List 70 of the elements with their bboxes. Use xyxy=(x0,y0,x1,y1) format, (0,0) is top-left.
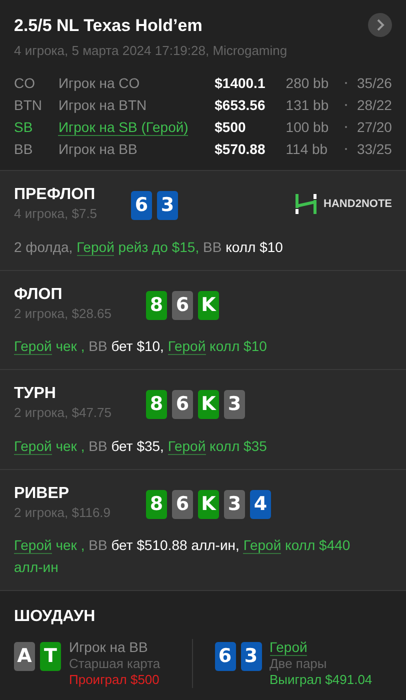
player-stats: 27/20 xyxy=(356,118,392,136)
street-info: 2 игрока, $47.75 xyxy=(14,404,112,422)
position-label: SB xyxy=(14,118,34,136)
playing-card: 3 xyxy=(224,390,245,419)
stack-amount: $570.88 xyxy=(214,140,266,158)
street-title: РИВЕР xyxy=(14,484,70,502)
street-title: ПРЕФЛОП xyxy=(14,185,96,204)
position-label: BTN xyxy=(14,96,43,114)
hero-link[interactable]: Герой xyxy=(14,338,52,355)
position-label: CO xyxy=(14,74,36,92)
hero-link[interactable]: Герой xyxy=(76,238,114,256)
playing-card: K xyxy=(198,490,219,518)
playing-card: 6 xyxy=(172,490,193,518)
player-name: Игрок на BTN xyxy=(58,96,147,112)
stack-bb: 131 bb xyxy=(286,96,330,114)
playing-card: 6 xyxy=(172,290,193,320)
position-label: BB xyxy=(14,140,34,158)
player-name[interactable]: Игрок на SB (Герой) xyxy=(58,118,188,136)
playing-card: 6 xyxy=(172,390,193,419)
hand-rank: Две пары xyxy=(270,656,328,672)
hero-link[interactable]: Герой xyxy=(243,537,282,554)
playing-card: K xyxy=(198,390,219,419)
playing-card: 6 xyxy=(131,191,152,220)
playing-card: 3 xyxy=(157,191,178,220)
playing-card: T xyxy=(40,642,61,671)
hand-result: Проиграл $500 xyxy=(69,672,160,688)
player-name: Игрок на BB xyxy=(69,639,148,655)
showdown-title: ШОУДАУН xyxy=(14,607,96,627)
playing-card: 8 xyxy=(146,290,167,320)
hero-link[interactable]: Герой xyxy=(168,438,206,454)
playing-card: 6 xyxy=(214,642,236,671)
hand-title: 2.5/5 NL Texas Hold’em xyxy=(14,15,202,37)
stack-bb: 114 bb xyxy=(286,140,329,158)
street-title: ФЛОП xyxy=(14,284,64,304)
player-name[interactable]: Герой xyxy=(270,639,308,656)
logo-icon xyxy=(294,193,317,215)
action-line: Герой чек , BB бет $510.88 алл-ин, Герой колл $440 алл-ин xyxy=(14,536,352,577)
playing-card: A xyxy=(14,642,35,671)
playing-card: 4 xyxy=(250,490,271,518)
hand-rank: Старшая карта xyxy=(69,656,160,672)
player-stats: 35/26 xyxy=(356,74,392,92)
street-info: 2 игрока, $28.65 xyxy=(14,304,112,323)
chevron-right-icon xyxy=(375,19,385,31)
playing-card: 8 xyxy=(146,490,167,518)
player-name: Игрок на CO xyxy=(58,74,140,90)
player-name: Игрок на BB xyxy=(58,140,138,156)
playing-card: 8 xyxy=(146,390,167,419)
stack-bb: 280 bb xyxy=(286,74,330,92)
playing-card: 3 xyxy=(240,642,262,671)
street-title: ТУРН xyxy=(14,384,57,403)
playing-card: 3 xyxy=(224,490,245,518)
hero-link[interactable]: Герой xyxy=(14,438,52,454)
action-line: 2 фолда, Герой рейз до $15, BB колл $10 xyxy=(14,238,284,258)
player-stats: 33/25 xyxy=(356,140,392,158)
action-line: Герой чек , BB бет $10, Герой колл $10 xyxy=(14,337,268,357)
stack-bb: 100 bb xyxy=(286,118,330,136)
stack-amount: $1400.1 xyxy=(214,74,266,92)
street-info: 4 игрока, $7.5 xyxy=(14,205,98,223)
hand-subtitle: 4 игрока, 5 марта 2024 17:19:28, Microgaming xyxy=(14,42,288,60)
hero-link[interactable]: Герой xyxy=(14,537,52,554)
stack-amount: $500 xyxy=(214,118,247,136)
playing-card: K xyxy=(198,290,219,320)
next-button[interactable] xyxy=(368,13,392,37)
player-stats: 28/22 xyxy=(356,96,392,114)
street-info: 2 игрока, $116.9 xyxy=(14,504,112,522)
stack-amount: $653.56 xyxy=(214,96,266,114)
logo-text: HAND2NOTE xyxy=(324,196,392,212)
hand-result: Выиграл $491.04 xyxy=(270,672,372,688)
action-line: Герой чек , BB бет $35, Герой колл $35 xyxy=(14,436,268,456)
hero-link[interactable]: Герой xyxy=(168,338,206,355)
